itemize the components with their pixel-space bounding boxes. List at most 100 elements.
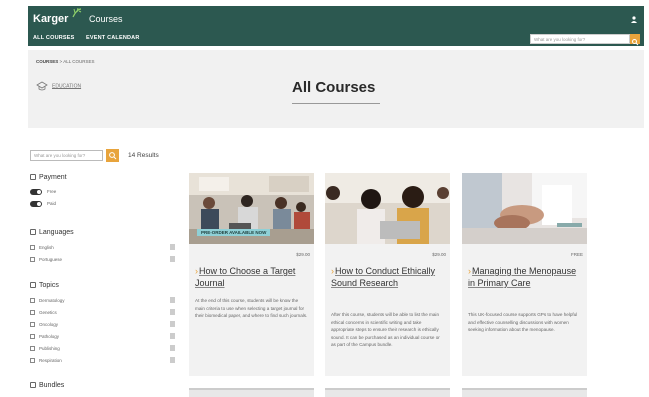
count-badge [170, 345, 175, 351]
nav-all-courses[interactable]: ALL COURSES [33, 35, 75, 41]
filter-topics-label: Topics [39, 282, 59, 289]
filter-languages-heading[interactable]: Languages [30, 229, 74, 236]
course-image[interactable]: PRE-ORDER AVAILABLE NOW [189, 173, 314, 244]
checkbox[interactable] [30, 298, 35, 303]
category-link[interactable]: EDUCATION [36, 81, 81, 91]
results-count: 14 Results [128, 152, 159, 159]
payment-icon [30, 174, 36, 180]
count-badge [170, 256, 175, 262]
hero-banner: COURSES > ALL COURSES EDUCATION All Cour… [28, 50, 644, 128]
option-label: Publishing [39, 346, 60, 351]
filter-paid-toggle[interactable]: Paid [30, 201, 56, 207]
graduation-cap-icon [36, 81, 48, 91]
course-card-partial[interactable] [325, 388, 450, 397]
checkbox[interactable] [30, 358, 35, 363]
folder-icon [30, 282, 36, 288]
filter-topics-heading[interactable]: Topics [30, 282, 59, 289]
course-card[interactable]: FREE ›Managing the Menopause in Primary … [462, 173, 587, 376]
app-name: Courses [89, 14, 123, 24]
breadcrumb-current: ALL COURSES [63, 59, 95, 64]
course-card[interactable]: PRE-ORDER AVAILABLE NOW $29.00 ›How to C… [189, 173, 314, 376]
checkbox[interactable] [30, 334, 35, 339]
checkbox[interactable] [30, 322, 35, 327]
course-title-text: Managing the Menopause in Primary Care [468, 266, 577, 288]
toggle-switch[interactable] [30, 189, 42, 195]
language-icon [30, 229, 36, 235]
filter-option[interactable]: Portuguese [30, 256, 175, 262]
filter-option[interactable]: English [30, 244, 175, 250]
search-icon [632, 39, 639, 46]
count-badge [170, 244, 175, 250]
course-title[interactable]: ›How to Choose a Target Journal [195, 265, 310, 289]
breadcrumb: COURSES > ALL COURSES [36, 59, 95, 64]
checkbox[interactable] [30, 257, 35, 262]
option-label: Pathology [39, 334, 60, 339]
count-badge [170, 309, 175, 315]
checkbox[interactable] [30, 346, 35, 351]
search-icon [109, 152, 117, 160]
course-price: $29.00 [432, 252, 446, 257]
chevron-right-icon: › [468, 266, 471, 276]
breadcrumb-courses[interactable]: COURSES [36, 59, 58, 64]
course-title[interactable]: ›How to Conduct Ethically Sound Research [331, 265, 446, 289]
option-label: Dermatology [39, 298, 65, 303]
filter-free-toggle[interactable]: Free [30, 189, 56, 195]
chevron-right-icon: › [195, 266, 198, 276]
preorder-badge: PRE-ORDER AVAILABLE NOW [197, 229, 271, 236]
checkbox[interactable] [30, 245, 35, 250]
course-description: After this course, students will be able… [331, 312, 440, 347]
course-card[interactable]: $29.00 ›How to Conduct Ethically Sound R… [325, 173, 450, 376]
course-title-text: How to Conduct Ethically Sound Research [331, 266, 436, 288]
course-card-partial[interactable] [189, 388, 314, 397]
toggle-label: Free [47, 189, 57, 195]
leaf-logo-icon [72, 8, 82, 18]
toggle-label: Paid [47, 201, 57, 207]
course-description: At the end of this course, students will… [195, 298, 308, 318]
filter-option[interactable]: Pathology [30, 333, 175, 339]
course-title-text: How to Choose a Target Journal [195, 266, 296, 288]
filter-option[interactable]: Respiration [30, 357, 175, 363]
toggle-switch[interactable] [30, 201, 42, 207]
course-image[interactable] [462, 173, 587, 244]
filter-payment-label: Payment [39, 174, 67, 181]
sidebar-search-button[interactable] [106, 149, 119, 162]
breadcrumb-separator: > [59, 59, 63, 64]
option-label: Respiration [39, 358, 62, 363]
course-description: This UK-focused course supports GPs to h… [468, 312, 578, 332]
page: Karger Courses ALL COURSES EVENT CALENDA… [0, 0, 649, 397]
course-title[interactable]: ›Managing the Menopause in Primary Care [468, 265, 583, 289]
sidebar-search-input[interactable]: What are you looking for? [30, 150, 103, 161]
option-label: Portuguese [39, 257, 63, 262]
header-search-button[interactable] [630, 34, 640, 46]
filter-payment-heading[interactable]: Payment [30, 174, 67, 181]
page-title: All Courses [292, 79, 376, 96]
user-icon[interactable] [631, 16, 637, 23]
course-price: FREE [570, 252, 583, 257]
filter-option[interactable]: Publishing [30, 345, 175, 351]
option-label: Genetics [39, 310, 57, 315]
top-bar: Karger Courses [28, 6, 644, 31]
count-badge [170, 357, 175, 363]
filter-option[interactable]: Oncology [30, 321, 175, 327]
option-label: English [39, 245, 54, 250]
filter-option[interactable]: Dermatology [30, 297, 175, 303]
course-price: $29.00 [296, 252, 310, 257]
filter-option[interactable]: Genetics [30, 309, 175, 315]
chevron-right-icon: › [331, 266, 334, 276]
category-label: EDUCATION [52, 83, 82, 90]
nav-bar: ALL COURSES EVENT CALENDAR What are you … [28, 31, 644, 46]
students-photo [325, 173, 450, 244]
filter-languages-label: Languages [39, 229, 74, 236]
filter-bundles-label: Bundles [39, 382, 65, 389]
title-underline [292, 103, 380, 104]
count-badge [170, 297, 175, 303]
option-label: Oncology [39, 322, 59, 327]
filter-bundles-heading[interactable]: Bundles [30, 382, 64, 389]
course-image[interactable] [325, 173, 450, 244]
count-badge [170, 321, 175, 327]
checkbox[interactable] [30, 310, 35, 315]
course-card-partial[interactable] [462, 388, 587, 397]
header-search-input[interactable]: What are you looking for? [530, 34, 630, 44]
karger-logo[interactable]: Karger [33, 13, 68, 25]
nav-event-calendar[interactable]: EVENT CALENDAR [86, 35, 140, 41]
